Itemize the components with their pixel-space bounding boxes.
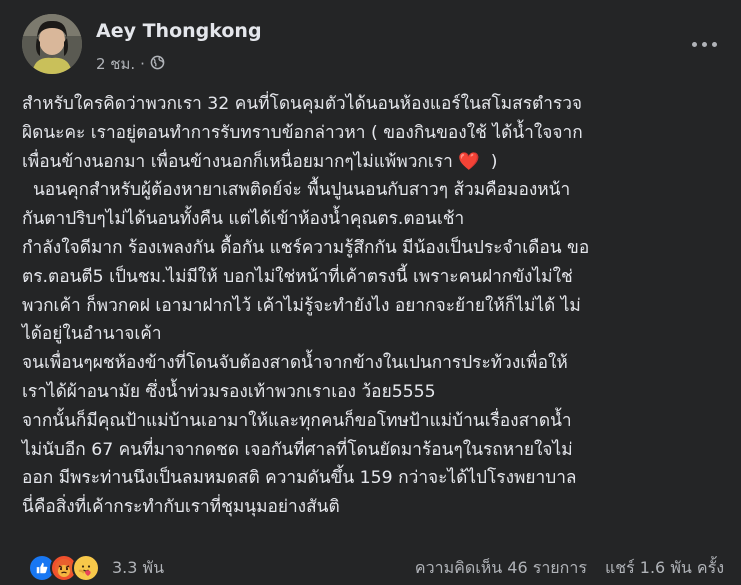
engagement-stats: ความคิดเห็น 46 รายการ แชร์ 1.6 พัน ครั้ง	[415, 556, 724, 581]
post-text-segment: เพื่อนข้างนอกมา เพื่อนข้างนอกก็เหนื่อยมา…	[22, 151, 453, 172]
avatar-photo	[22, 14, 82, 74]
post-text-line: ตร.ตอนตี5 เป็นชม.ไม่มีให้ บอกไม่ใช่หน้าท…	[22, 266, 573, 287]
share-count[interactable]: แชร์ 1.6 พัน ครั้ง	[605, 556, 724, 581]
post-text-line: กันตาปริบๆไม่ได้นอนทั้งคืน แต่ได้เข้าห้อ…	[22, 209, 465, 230]
post-time[interactable]: 2 ชม.	[96, 52, 135, 76]
post-text-line: จากนั้นก็มีคุณป้าแม่บ้านเอามาให้และทุกคน…	[22, 410, 572, 431]
post-text-line: นอนคุกสำหรับผู้ต้องหายาเสพติดย์จ่ะ พื้นป…	[22, 180, 571, 201]
post-text-line: นี่คือสิ่งที่เค้ากระทำกับเราที่ชุมนุมอย่…	[22, 497, 340, 518]
post-text-line: สำหรับใครคิดว่าพวกเรา 32 คนที่โดนคุมตัวไ…	[22, 94, 583, 114]
more-dots-icon[interactable]	[684, 32, 724, 56]
meta-separator: ·	[140, 55, 145, 73]
post-text-segment: )	[479, 151, 498, 172]
post-text-line: เราได้ผ้าอนามัย ซึ่งน้ำท่วมรองเท้าพวกเรา…	[22, 381, 436, 402]
care-reaction-icon	[72, 554, 100, 582]
heart-emoji-icon: ❤️	[458, 151, 480, 172]
post-text-line: ออก มีพระท่านนึงเป็นลมหมดสติ ความดันขึ้น…	[22, 468, 577, 489]
post-text-line: พวกเค้า ก็พวกคฝ เอามาฝากไว้ เค้าไม่รู้จะ…	[22, 295, 581, 316]
reaction-count[interactable]: 3.3 พัน	[112, 556, 164, 581]
post-text-line: กำลังใจดีมาก ร้องเพลงกัน ดื้อกัน แชร์ควา…	[22, 237, 590, 258]
comment-count[interactable]: ความคิดเห็น 46 รายการ	[415, 556, 587, 581]
post-footer: 3.3 พัน ความคิดเห็น 46 รายการ แชร์ 1.6 พ…	[28, 552, 728, 582]
post-author[interactable]: Aey Thongkong	[96, 20, 262, 42]
post-text-line: จนเพื่อนๆผชห้องข้างที่โดนจับต้องสาดน้ำจา…	[22, 353, 568, 374]
reaction-icons[interactable]	[28, 554, 100, 582]
post-text-line: ไม่นับอีก 67 คนที่มาจากดชด เจอกันที่ศาลท…	[22, 439, 573, 460]
post-text-line: ได้อยู่ในอำนาจเค้า	[22, 324, 162, 345]
post-header: Aey Thongkong 2 ชม. ·	[22, 14, 722, 76]
avatar[interactable]	[22, 14, 82, 74]
post-text: สำหรับใครคิดว่าพวกเรา 32 คนที่โดนคุมตัวไ…	[22, 90, 728, 522]
post-text-line: ผิดนะคะ เราอยู่ตอนทำการรับทราบข้อกล่าวหา…	[22, 122, 583, 143]
post-text-line: เพื่อนข้างนอกมา เพื่อนข้างนอกก็เหนื่อยมา…	[22, 148, 728, 177]
post-meta: 2 ชม. ·	[96, 52, 165, 76]
globe-icon	[150, 55, 165, 74]
